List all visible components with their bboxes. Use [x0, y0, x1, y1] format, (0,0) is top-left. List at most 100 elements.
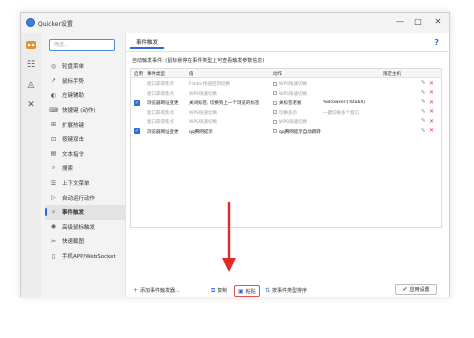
sliders-icon[interactable]: ☷ [25, 59, 37, 71]
table-row[interactable]: 窗口获得焦点 Folder快速回到切换 WPS快速切换 ✎ ✕ [131, 79, 441, 89]
close-button[interactable]: ✕ [431, 16, 445, 28]
event-type-cell: 浏览器网址变更 [147, 101, 179, 106]
column-header-value: 值 [189, 72, 194, 77]
sidebar-item-label: 鼠标手势 [62, 78, 85, 85]
enable-checkbox[interactable]: ✓ [134, 99, 140, 106]
action-cell: WPS快速切换 [273, 81, 321, 87]
sort-by-type-button[interactable]: ⇅ 按事件类型排序 [262, 285, 310, 297]
table-header: 启用 事件类型 值 动作 限定主机 [131, 69, 441, 78]
value-cell: 关闭标签, 切换到上一个浏览的标签 [189, 101, 260, 106]
sidebar-item[interactable]: ⊡ 按键双击 [45, 132, 125, 147]
title-bar: Quicker设置 — □ ✕ [21, 13, 449, 33]
help-icon[interactable]: ? [434, 38, 439, 47]
apply-settings-label: 应用设置 [409, 287, 430, 293]
logo-icon[interactable] [25, 39, 37, 51]
delete-icon[interactable]: ✕ [429, 108, 434, 115]
action-label: WPS快速切换 [279, 120, 308, 125]
action-icon [273, 119, 277, 124]
main-panel: 事件触发 ? 自动触发事件: (鼠标悬停在事件类型上可查看触发参数信息) 启用 … [125, 33, 450, 297]
sidebar-item[interactable]: ◐ 左键辅助 [45, 88, 125, 103]
delete-icon[interactable]: ✕ [429, 99, 434, 106]
delete-icon[interactable]: ✕ [429, 118, 434, 125]
delete-icon[interactable]: ✕ [429, 80, 434, 87]
add-trigger-label: 添加事件触发器... [140, 288, 180, 294]
table-row[interactable]: ✓ 浏览器网址变更 qq腾网提示 qq腾网提示自动跳转 ✎ ✕ [131, 127, 441, 137]
sidebar-item[interactable]: ☰ 上下文菜单 [45, 176, 125, 191]
value-cell: WPS快速切换 [189, 91, 218, 97]
sidebar-item-icon: ⌕ [51, 164, 56, 172]
sort-icon: ⇅ [265, 287, 271, 294]
table-row[interactable]: 窗口获得焦点 WPS快速切换 WPS快速切换 ✎ ✕ [131, 117, 441, 127]
value-cell: qq腾网提示 [189, 129, 213, 135]
tools-icon[interactable]: ✕ [25, 99, 37, 111]
column-header-type: 事件类型 [147, 72, 165, 77]
column-header-enabled: 启用 [134, 72, 143, 77]
event-table: 启用 事件类型 值 动作 限定主机 窗口获得焦点 Folder快速回到切换 WPS快… [130, 68, 442, 228]
sidebar-item[interactable]: ↗ 鼠标手势 [45, 74, 125, 89]
sidebar-item[interactable]: ◉ 高级鼠标触发 [45, 220, 125, 235]
action-cell: WPS快速切换 [273, 119, 321, 125]
column-header-host: 限定主机 [383, 72, 401, 77]
section-label: 自动触发事件: (鼠标悬停在事件类型上可查看触发参数信息) [132, 58, 265, 64]
action-icon [273, 81, 277, 86]
delete-icon[interactable]: ✕ [429, 89, 434, 96]
enable-checkbox[interactable] [134, 119, 140, 125]
sidebar-item[interactable]: ⊞ 扩展热键 [45, 117, 125, 132]
sidebar-item[interactable]: ⌨ 快捷键 (动作) [45, 103, 125, 118]
sidebar-item-label: 按键双击 [62, 137, 85, 144]
tab-event-trigger[interactable]: 事件触发 [130, 37, 165, 49]
event-type-cell: 浏览器网址变更 [147, 129, 179, 135]
action-detail-cell: %Browser:[%tab4] [323, 100, 365, 105]
action-label: qq腾网提示自动跳转 [279, 129, 321, 135]
action-cell: 关标签老板 [273, 100, 321, 106]
copy-label: 复制 [217, 288, 228, 294]
enable-checkbox[interactable] [134, 90, 140, 96]
enable-checkbox[interactable] [134, 109, 140, 115]
sidebar-item[interactable]: ▷ 自动运行动作 [45, 190, 125, 205]
edit-icon[interactable]: ✎ [421, 118, 426, 124]
sidebar-item[interactable]: ⌕ 搜索 [45, 161, 125, 176]
apply-settings-button[interactable]: ✔ 应用设置 [395, 284, 437, 295]
table-row[interactable]: 窗口获得焦点 WPS快速切换 切换多页 一键切换多个窗口 ✎ ✕ [131, 108, 441, 118]
add-trigger-button[interactable]: + 添加事件触发器... [130, 285, 183, 297]
edit-icon[interactable]: ✎ [421, 99, 426, 105]
sidebar-item[interactable]: ◎ 轮盘菜单 [45, 59, 125, 74]
enable-checkbox[interactable] [134, 81, 140, 87]
paste-button[interactable]: ▣ 粘贴 [234, 285, 260, 297]
sidebar-item-label: 搜索 [62, 166, 74, 173]
edit-icon[interactable]: ✎ [421, 128, 426, 134]
edit-icon[interactable]: ✎ [421, 90, 426, 96]
table-row[interactable]: ✓ 浏览器网址变更 关闭标签, 切换到上一个浏览的标签 关标签老板 %Browser:[… [131, 98, 441, 108]
action-detail-cell: 一键切换多个窗口 [323, 110, 359, 116]
enable-checkbox[interactable]: ✓ [134, 128, 140, 134]
sidebar-item-label: 快捷键 (动作) [62, 108, 96, 115]
event-type-cell: 窗口获得焦点 [147, 110, 174, 116]
copy-button[interactable]: ⧉ 复制 [208, 285, 230, 297]
search-input[interactable]: 筛选... [49, 39, 115, 51]
action-label: 切换多页 [279, 110, 297, 116]
paste-label: 粘贴 [245, 289, 256, 295]
sidebar-item[interactable]: ⚡ 事件触发 [45, 204, 125, 220]
shapes-icon[interactable]: ◬ [25, 79, 37, 91]
table-row[interactable]: 窗口获得焦点 WPS快速切换 WPS快速切换 ✎ ✕ [131, 89, 441, 99]
maximize-button[interactable]: □ [411, 16, 425, 28]
delete-icon[interactable]: ✕ [429, 127, 434, 134]
minimize-button[interactable]: — [393, 16, 407, 28]
sidebar-item[interactable]: ▤ 文本指令 [45, 147, 125, 162]
action-cell: qq腾网提示自动跳转 [273, 129, 321, 135]
sidebar-item-label: 扩展热键 [62, 122, 85, 129]
plus-icon: + [133, 287, 139, 294]
sidebar-item-label: 自动运行动作 [62, 195, 96, 202]
sidebar-item[interactable]: ▯ 手机APP/WebSocket [45, 249, 125, 264]
sidebar-item-icon: ◐ [50, 91, 57, 99]
icon-strip: ☷ ◬ ✕ [21, 33, 41, 297]
check-icon: ✔ [402, 286, 408, 293]
edit-icon[interactable]: ✎ [421, 80, 426, 86]
sidebar-item-icon: ⌨ [49, 106, 58, 114]
action-icon [273, 110, 277, 114]
sidebar-item-label: 左键辅助 [62, 93, 85, 100]
sort-label: 按事件类型排序 [272, 288, 308, 294]
sidebar-item-icon: ▷ [51, 194, 56, 202]
edit-icon[interactable]: ✎ [421, 109, 426, 115]
sidebar-item[interactable]: ✂ 快速截图 [45, 234, 125, 249]
